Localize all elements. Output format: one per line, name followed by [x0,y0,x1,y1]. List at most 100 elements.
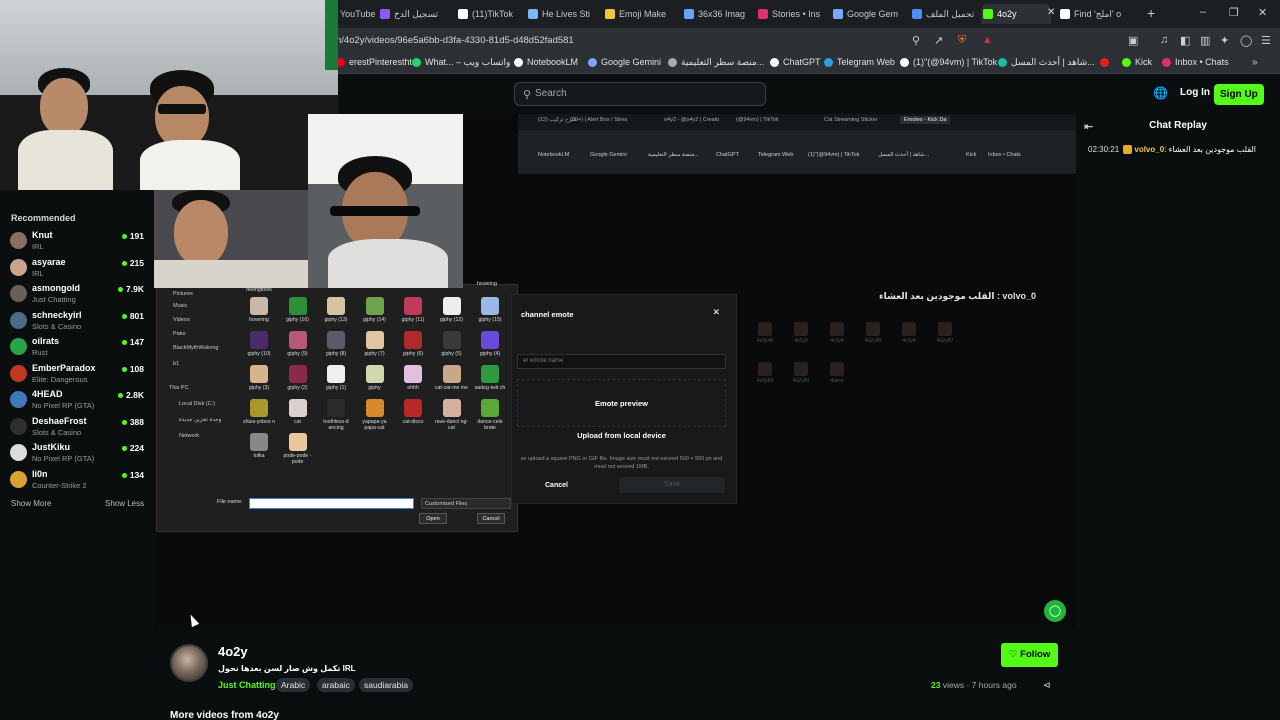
menu-icon[interactable]: ☰ [1261,34,1271,47]
bookmark-item[interactable]: (1)"(@94vm) | TikTok [900,57,997,67]
close-tab-icon[interactable]: ✕ [1047,7,1055,18]
ai-icon[interactable]: ✦ [1220,34,1229,47]
file-item[interactable]: tolka [241,433,277,459]
zoom-icon[interactable]: ⚲ [912,34,920,47]
browser-tab[interactable]: Google Gem [831,4,917,24]
recommended-channel[interactable]: schneckyirl Slots & Casino 801 [10,310,148,334]
message-user[interactable]: volvo_0 [1134,145,1164,154]
close-icon[interactable]: ✕ [712,307,720,318]
vpn-icon[interactable]: ◯ [1240,34,1252,47]
file-item[interactable]: toothless-d ancing [318,399,354,431]
recommended-channel[interactable]: asyarae IRL 215 [10,257,148,281]
file-item[interactable]: cat [280,399,316,425]
emote-name-input[interactable]: er emote name [517,354,726,369]
minimize-button[interactable]: – [1200,6,1206,18]
bookmark-item[interactable]: شاهد | أحدث المسل... [998,57,1095,68]
file-item[interactable]: hovering [469,281,505,287]
file-item[interactable]: giphy (9) [280,331,316,357]
browser-tab[interactable]: 4o2y [981,4,1051,24]
maximize-button[interactable]: ❐ [1229,6,1239,19]
file-item[interactable]: shiza-yxboo n [241,399,277,425]
bookmarks-overflow-icon[interactable]: » [1252,57,1258,68]
file-item[interactable]: giphy (10) [241,331,277,357]
file-nav-item[interactable]: Pictures [173,291,193,297]
file-item[interactable]: giphy (12) [434,297,470,323]
bookmark-item[interactable]: Inbox • Chats [1162,57,1229,67]
file-type-select[interactable]: Customised Files [421,498,511,509]
file-item[interactable]: giphy (2) [280,365,316,391]
file-item[interactable]: ehhh [395,365,431,391]
share-icon[interactable]: ↗ [934,34,943,47]
file-nav-item[interactable]: Network [179,433,199,439]
bookmark-item[interactable]: NotebookLM [514,57,578,67]
recommended-channel[interactable]: JustKiku No Pixel RP (GTA) 224 [10,442,148,466]
file-nav-item[interactable]: Pako [173,331,186,337]
recommended-channel[interactable]: Knut IRL 191 [10,230,148,254]
channel-name[interactable]: 4o2y [218,644,248,659]
login-button[interactable]: Log In [1180,87,1210,98]
file-item[interactable]: pode-pode -pode [280,433,316,465]
brave-rewards-icon[interactable]: ▲ [982,34,993,46]
file-item[interactable]: giphy (16) [280,297,316,323]
file-nav-item[interactable]: BlackMythWukong [173,345,218,351]
file-item[interactable]: cat-disco [395,399,431,425]
file-item[interactable]: giphy (1) [318,365,354,391]
file-nav-item[interactable]: وحدة تخزين جديدة [179,417,221,423]
file-name-input[interactable] [249,498,414,509]
save-button[interactable]: Save [619,477,725,493]
file-item[interactable]: giphy (14) [357,297,393,323]
bookmark-item[interactable]: Google Gemini [588,57,661,67]
file-item[interactable]: hovering [241,297,277,323]
file-item[interactable]: giphy (8) [318,331,354,357]
file-nav-item[interactable]: Local Disk (C:) [179,401,215,407]
show-less-button[interactable]: Show Less [105,499,144,508]
brave-shield-icon[interactable]: ⛨ [958,34,966,47]
close-window-button[interactable]: ✕ [1258,6,1267,19]
bookmark-item[interactable]: ChatGPT [770,57,821,67]
file-item[interactable]: sadeg-twit ch [472,365,508,391]
signup-button[interactable]: Sign Up [1214,84,1264,105]
extensions-icon[interactable]: ▥ [1200,34,1210,47]
recommended-channel[interactable]: li0n Counter-Strike 2 134 [10,469,148,493]
search-input[interactable]: ⚲ Search [514,82,766,106]
file-item[interactable]: giphy (7) [357,331,393,357]
file-item[interactable]: giphy (15) [472,297,508,323]
new-tab-button[interactable]: + [1147,5,1155,21]
file-item[interactable]: giphy (6) [395,331,431,357]
recommended-channel[interactable]: oilrats Rust 147 [10,336,148,360]
chat-bubble-icon[interactable]: ◯ [1044,600,1066,622]
file-item[interactable]: giphy (3) [241,365,277,391]
tag-arabic[interactable]: Arabic [276,678,311,692]
upload-button[interactable]: Upload from local device [517,431,726,440]
bookmark-item[interactable]: Telegram Web [824,57,895,67]
bookmark-item[interactable]: What... – واتساب ويب [412,57,510,68]
file-item[interactable]: giphy (5) [434,331,470,357]
browser-tab[interactable]: Emoji Make [603,4,687,24]
browser-tab[interactable]: تسجيل الدخ [378,4,458,24]
file-nav-item[interactable]: b1 [173,361,179,367]
recommended-channel[interactable]: EmberParadox Elite: Dangerous 108 [10,363,148,387]
file-item[interactable]: yapapa-ya papa-cat [357,399,393,431]
cancel-button[interactable]: Cancel [545,482,568,489]
share-icon[interactable]: ⊲ [1043,680,1051,691]
file-item[interactable]: dance-cele brate [472,399,508,431]
show-more-button[interactable]: Show More [11,499,51,508]
browser-tab[interactable]: (11)TikTok [456,4,534,24]
file-item[interactable]: rave-danci ng-cat [434,399,470,431]
file-nav-item[interactable]: This PC [169,385,189,391]
url-field[interactable]: n/4o2y/videos/96e5a6bb-d3fa-4330-81d5-d4… [336,35,574,46]
channel-avatar[interactable] [170,644,208,682]
browser-tab[interactable]: تحميل الملف [910,4,990,24]
tag-saudiarabia[interactable]: saudiarabia [359,678,413,692]
wallet-icon[interactable]: ▣ [1128,34,1138,47]
language-globe-icon[interactable]: 🌐 [1153,86,1168,100]
open-button[interactable]: Open [419,513,447,524]
recommended-channel[interactable]: DeshaeFrost Slots & Casino 388 [10,416,148,440]
file-item[interactable]: giphy [357,365,393,391]
category-link[interactable]: Just Chatting [218,680,276,690]
browser-tab[interactable]: Find 'املج' o [1058,4,1142,24]
file-item[interactable]: giphy (13) [318,297,354,323]
browser-tab[interactable]: 36x36 Imag [682,4,764,24]
follow-button[interactable]: ♡ Follow [1001,643,1059,667]
bookmark-item[interactable]: erestPinterestht... [336,57,420,67]
